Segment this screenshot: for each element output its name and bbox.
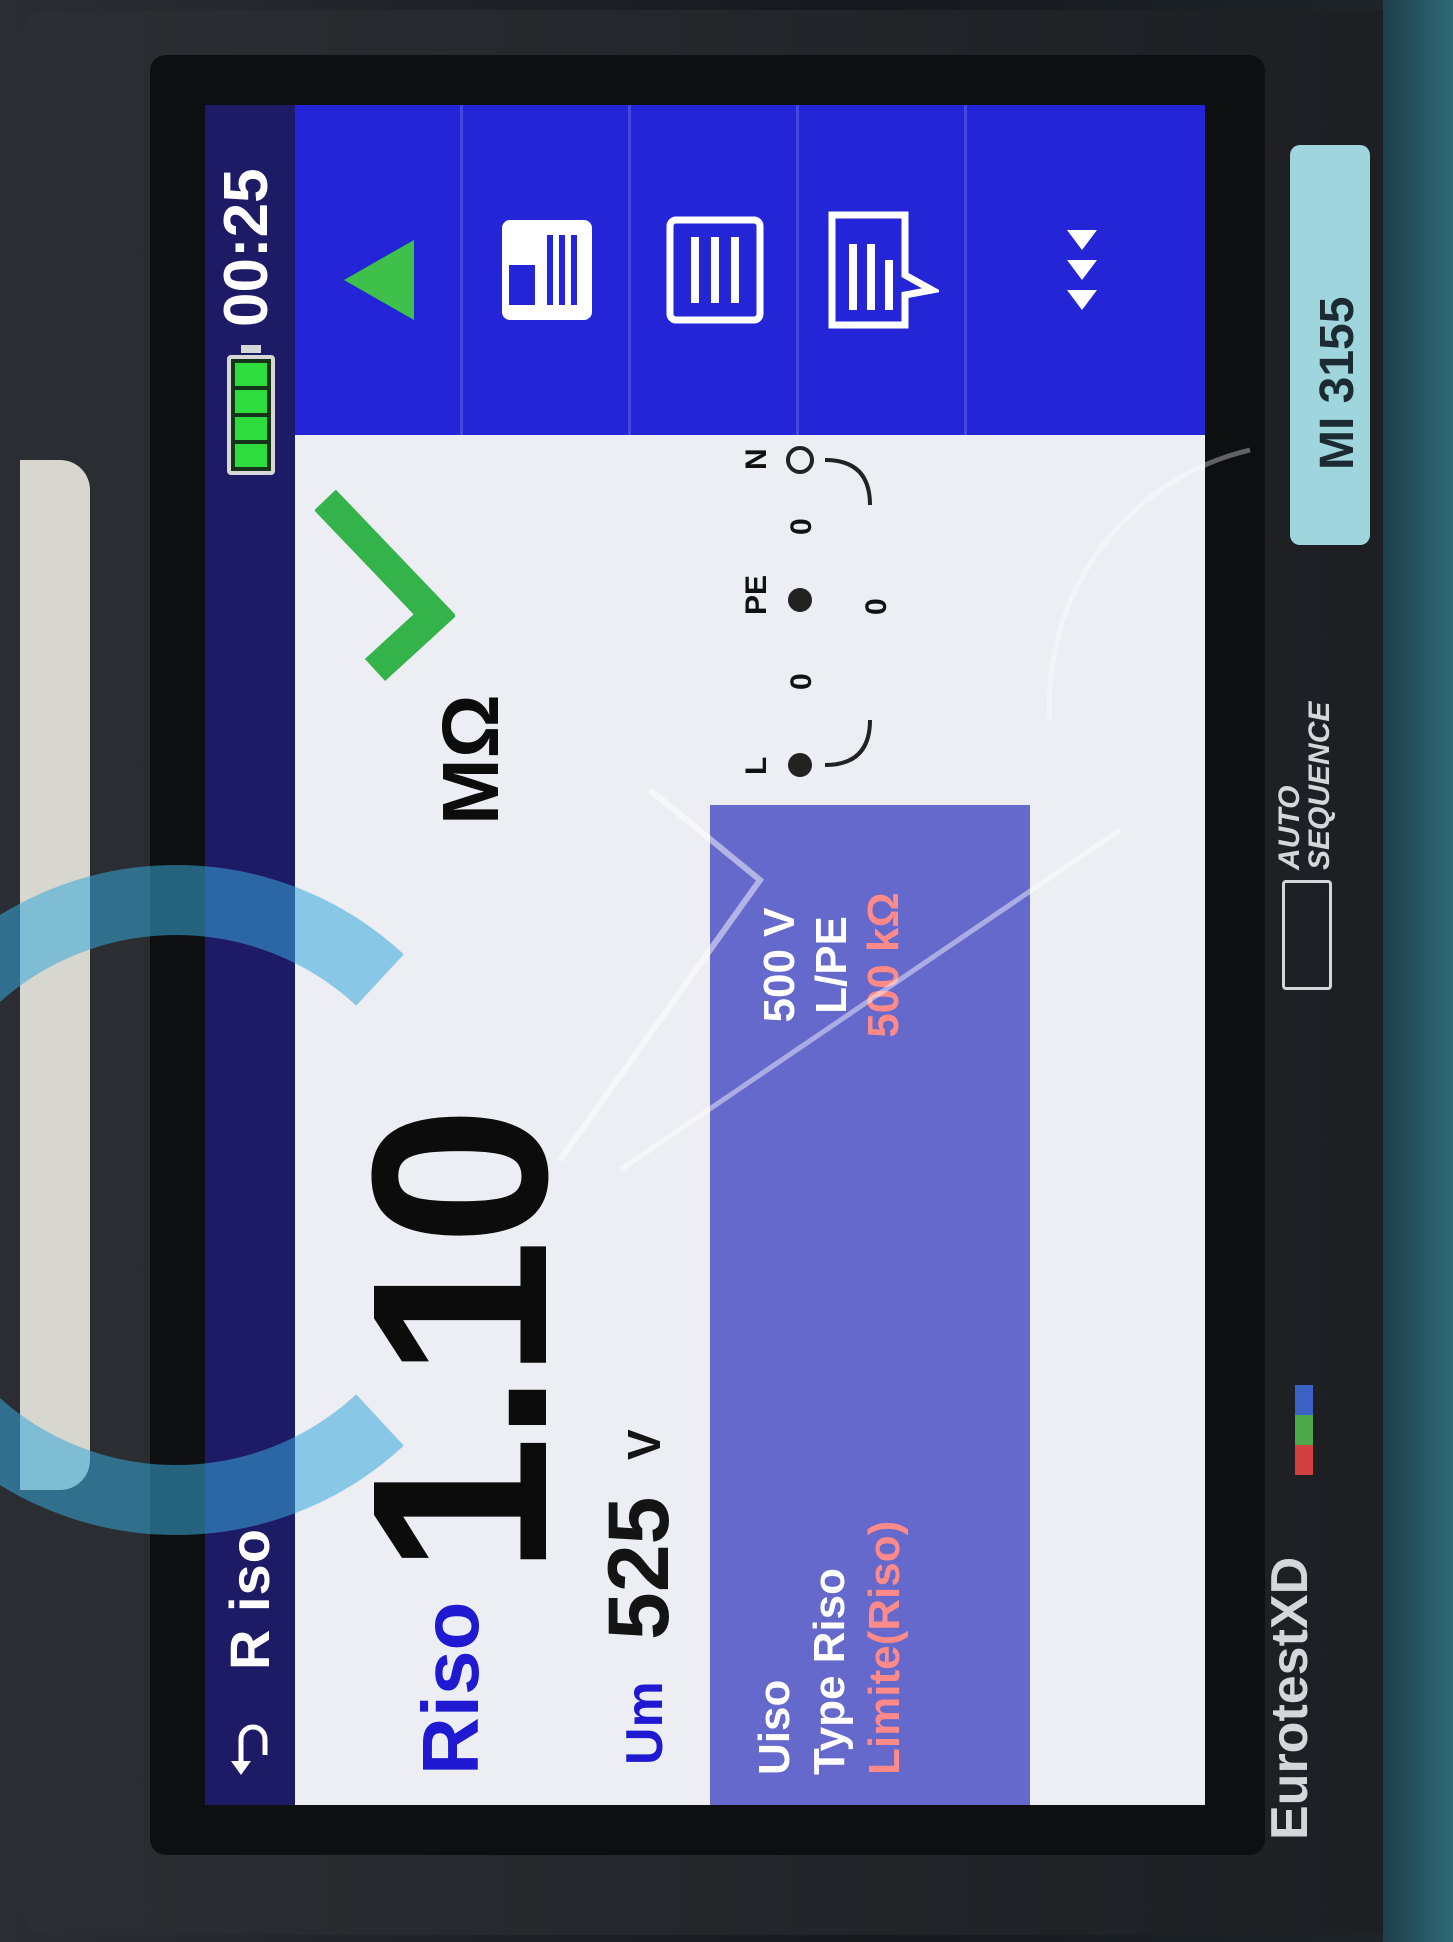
start-button[interactable] [295, 105, 463, 435]
result-unit: MΩ [426, 694, 515, 825]
terminal-label-pe: PE [740, 574, 773, 615]
result-value: 1.10 [320, 1112, 599, 1575]
more-arrows-icon [1067, 230, 1097, 310]
terminal-label-n: N [740, 448, 773, 470]
terminal-value-l-pe: 0 [785, 673, 818, 690]
param-label-uiso: Uiso [750, 1679, 799, 1775]
memory-button[interactable] [631, 105, 799, 435]
battery-cell [235, 444, 267, 467]
battery-cell [235, 417, 267, 440]
auto-sequence-icon [1282, 880, 1332, 990]
param-label-limit: Limite(Riso) [860, 1520, 909, 1775]
terminal-label-l: L [740, 756, 773, 775]
save-button[interactable] [463, 105, 631, 435]
save-icon [502, 220, 592, 320]
play-icon [344, 240, 414, 320]
battery-icon [227, 355, 275, 475]
back-icon[interactable] [221, 1719, 281, 1779]
um-label: Um [616, 1681, 674, 1765]
param-value-uiso: 500 V [755, 907, 804, 1023]
pass-check-icon [315, 490, 455, 682]
terminal-connections [786, 446, 872, 777]
screen-title: R iso [218, 1528, 281, 1670]
lcd-screen: R iso 00:25 Riso 1.10 MΩ Um 525 V Uiso T… [205, 105, 1205, 1805]
battery-cell [235, 390, 267, 413]
auto-sequence-label: AUTO SEQUENCE [1273, 701, 1336, 870]
softkey-column [295, 105, 1205, 435]
result-name: Riso [406, 1601, 495, 1775]
comment-icon [828, 211, 939, 329]
housing-side-tab [20, 460, 90, 1490]
terminal-value-pe-n: 0 [785, 518, 818, 535]
housing-teal-edge [1383, 0, 1453, 1942]
brand-label: EurotestXD [1261, 1556, 1319, 1840]
battery-cell [235, 363, 267, 386]
terminal-value-l-n: 0 [860, 598, 893, 615]
title-bar: R iso 00:25 [205, 105, 295, 1805]
auto-sequence-line2: SEQUENCE [1303, 701, 1336, 870]
model-label: MI 3155 [1311, 296, 1364, 470]
um-value: 525 [591, 1496, 687, 1641]
um-unit: V [618, 1429, 670, 1460]
param-label-type: Type Riso [805, 1567, 854, 1775]
more-button[interactable] [967, 105, 1205, 435]
terminal-diagram: L PE N 0 0 0 [730, 445, 960, 805]
auto-sequence-line1: AUTO [1273, 785, 1306, 870]
photo-background: MI 3155 AUTO SEQUENCE EurotestXD R iso 0… [0, 0, 1453, 1942]
brand-color-bars [1295, 1385, 1313, 1475]
param-value-limit: 500 kΩ [859, 892, 908, 1038]
memory-list-icon [666, 216, 764, 324]
comment-button[interactable] [799, 105, 967, 435]
clock: 00:25 [212, 168, 281, 327]
param-value-type: L/PE [807, 916, 856, 1014]
measurement-area: Riso 1.10 MΩ Um 525 V Uiso Type Riso Lim… [295, 435, 1205, 1805]
